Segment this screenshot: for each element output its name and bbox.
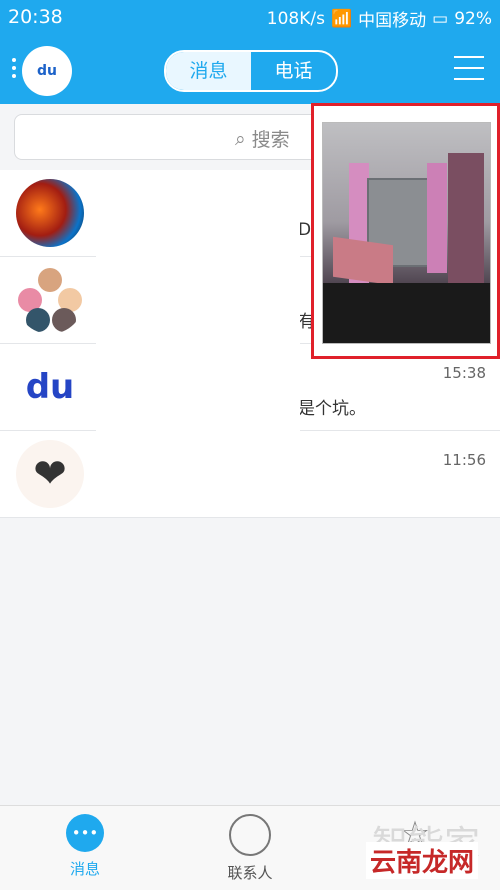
wifi-icon: 📶: [330, 8, 353, 29]
group-avatar: [16, 266, 84, 334]
bed: [333, 236, 393, 286]
baidu-paw-avatar: du: [16, 353, 84, 421]
avatar: [16, 179, 84, 247]
search-label: 搜索: [251, 129, 290, 151]
tab-label: 消息: [69, 860, 100, 878]
tab-contacts[interactable]: 联系人: [190, 814, 310, 883]
conversation-time: 11:56: [442, 451, 486, 469]
tab-messages-bottom[interactable]: ••• 消息: [25, 814, 145, 879]
person-icon: [229, 814, 271, 856]
baidu-logo: du: [37, 63, 57, 79]
more-dots-icon[interactable]: [12, 58, 16, 82]
conversation-row[interactable]: ❤ 11:56: [0, 431, 500, 518]
conversation-snippet: 是个坑。: [298, 399, 366, 419]
menu-icon[interactable]: [454, 56, 484, 89]
redacted-area: [96, 170, 300, 434]
tab-calls[interactable]: 电话: [251, 52, 336, 90]
status-time: 20:38: [8, 6, 63, 28]
conversation-time: 15:38: [442, 364, 486, 382]
carrier-name: 中国移动: [358, 11, 427, 31]
tab-messages[interactable]: 消息: [166, 52, 251, 90]
curtain-right: [427, 163, 447, 273]
image-preview-highlight: [311, 103, 500, 359]
status-bar: 20:38 108K/s 📶 中国移动 ▭ 92%: [0, 0, 500, 36]
profile-avatar[interactable]: du: [22, 46, 72, 96]
search-placeholder: ⌕ 搜索: [235, 125, 290, 152]
brand-watermark: 云南龙网: [366, 842, 479, 879]
status-right: 108K/s 📶 中国移动 ▭ 92%: [266, 6, 492, 32]
room-photo[interactable]: [322, 122, 491, 344]
message-call-switch: 消息 电话: [164, 50, 338, 92]
battery-level: 92%: [454, 8, 492, 29]
tab-label: 联系人: [227, 864, 273, 882]
app-header: du 消息 电话: [0, 36, 500, 104]
search-icon: ⌕: [235, 127, 246, 150]
battery-icon: ▭: [432, 8, 449, 29]
floor-shadow: [323, 283, 490, 343]
network-speed: 108K/s: [266, 8, 325, 29]
chat-bubble-icon: •••: [66, 814, 104, 852]
heart-avatar: ❤: [16, 440, 84, 508]
